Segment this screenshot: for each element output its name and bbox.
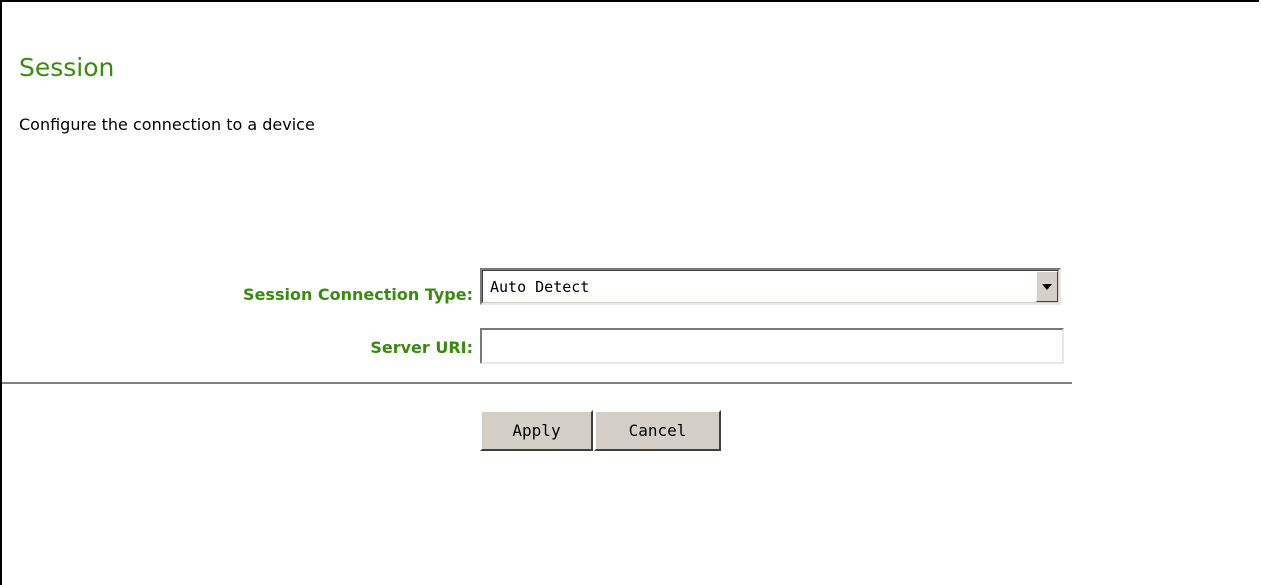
- server-uri-input[interactable]: [480, 328, 1064, 364]
- chevron-down-icon[interactable]: [1036, 271, 1058, 302]
- cancel-button[interactable]: Cancel: [594, 410, 721, 451]
- apply-button[interactable]: Apply: [480, 410, 593, 451]
- page-title: Session: [19, 53, 115, 82]
- session-connection-type-value: Auto Detect: [490, 278, 590, 296]
- page-description: Configure the connection to a device: [19, 115, 315, 134]
- server-uri-label: Server URI:: [370, 338, 473, 357]
- session-connection-type-select[interactable]: Auto Detect: [480, 268, 1061, 305]
- session-connection-type-label: Session Connection Type:: [243, 285, 473, 304]
- divider: [2, 382, 1072, 385]
